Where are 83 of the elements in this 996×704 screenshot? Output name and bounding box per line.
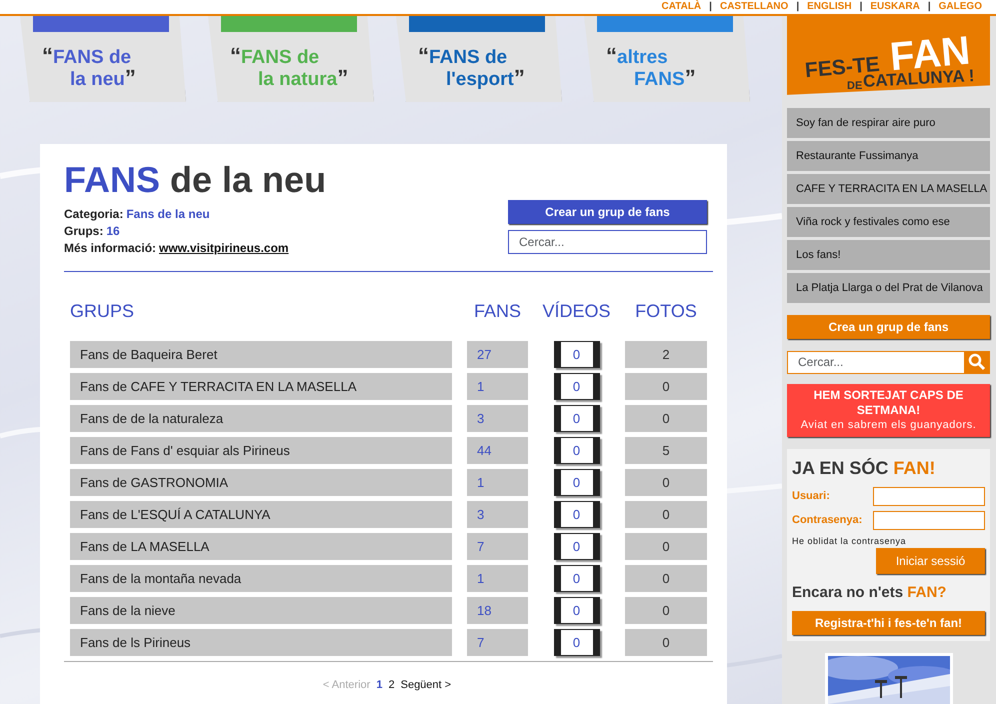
fans-count[interactable]: 1 [467,469,528,496]
column-header: FANS [472,300,522,323]
column-header: VÍDEOS [541,300,612,323]
search-icon[interactable] [964,350,990,374]
group-link[interactable]: Fans de CAFE Y TERRACITA EN LA MASELLA [70,373,452,400]
promo-banner[interactable]: HEM SORTEJAT CAPS DE SETMANA! Aviat en sabrem els guanyadors. [787,384,990,437]
column-header: FOTOS [634,300,698,323]
fans-count[interactable]: 18 [467,597,528,624]
video-count[interactable]: 0 [554,373,600,400]
info-value: 16 [106,223,120,240]
fans-count[interactable]: 3 [467,501,528,528]
photo-count: 0 [625,629,707,656]
photo-count: 0 [625,501,707,528]
banner-title: HEM SORTEJAT CAPS DE SETMANA! [812,388,964,418]
photo-count: 0 [625,533,707,560]
group-link[interactable]: Viña rock y festivales como ese [787,206,990,237]
category-tab[interactable]: “altres FANS” [584,16,750,102]
input-field[interactable] [873,486,985,506]
photo-count: 0 [625,565,707,592]
video-count[interactable]: 0 [554,341,600,368]
group-link[interactable]: Fans de la montaña nevada [70,565,452,592]
field-label: Usuari: [792,489,830,504]
field-label: Contrasenya: [792,513,862,528]
fans-count[interactable]: 44 [467,437,528,464]
group-link[interactable]: Fans de de la naturaleza [70,405,452,432]
separator: | [709,0,712,14]
create-group-button[interactable]: Crear un grup de fans [508,200,707,224]
fans-count[interactable]: 1 [467,565,528,592]
category-tab[interactable]: “FANS de la neu” [20,16,186,102]
photo-count: 0 [625,373,707,400]
fans-count[interactable]: 7 [467,533,528,560]
separator: | [928,0,931,14]
video-count[interactable]: 0 [554,437,600,464]
video-count[interactable]: 0 [554,565,600,592]
group-link[interactable]: Fans de GASTRONOMIA [70,469,452,496]
separator: | [860,0,862,14]
register-heading: Encara no n'ets FAN? [792,583,948,604]
website-link[interactable]: www.visitpirineus.com [159,240,289,257]
banner-subtitle: Aviat en sabrem els guanyadors. [800,418,978,433]
video-count[interactable]: 0 [554,469,600,496]
video-count[interactable]: 0 [554,501,600,528]
page-link[interactable]: 2 [388,679,395,691]
group-link[interactable]: Soy fan de respirar aire puro [787,108,990,138]
page-link[interactable]: 1 [376,679,382,691]
photo-count: 0 [625,405,707,432]
login-heading: JA EN SÓC FAN! [792,456,936,480]
group-link[interactable]: CAFE Y TERRACITA EN LA MASELLA [787,174,990,204]
category-tab[interactable]: “FANS de l'esport” [396,16,562,102]
search-field[interactable]: Cercar... [508,230,707,254]
category-tab[interactable]: “FANS de la natura” [208,16,374,102]
forgot-password-link[interactable]: He oblidat la contrasenya [792,534,985,548]
next-link[interactable]: Següent > [400,679,452,691]
group-link[interactable]: Fans de Fans d' esquiar als Pirineus [70,437,452,464]
photo-count: 0 [625,469,707,496]
group-link[interactable]: Fans de la nieve [70,597,452,624]
group-link[interactable]: La Platja Llarga o del Prat de Vilanova [787,272,990,303]
info-label: Grups: [64,223,104,240]
fans-count[interactable]: 7 [467,629,528,656]
input-field[interactable] [873,510,985,530]
group-link[interactable]: Fans de Baqueira Beret [70,341,452,368]
search-field[interactable]: Cercar... [787,350,964,374]
group-link[interactable]: Los fans! [787,240,990,270]
group-link[interactable]: Restaurante Fussimanya [787,140,990,171]
photo-count: 2 [625,341,707,368]
info-value: Fans de la neu [126,206,210,223]
fans-count[interactable]: 1 [467,373,528,400]
video-count[interactable]: 0 [554,597,600,624]
logo[interactable]: FES-TE FAN DECATALUNYA ! [787,16,990,95]
info-label: Més informació: [64,240,156,257]
info-label: Categoria: [64,206,124,223]
fans-count[interactable]: 3 [467,405,528,432]
photo-count: 5 [625,437,707,464]
fans-count[interactable]: 27 [467,341,528,368]
group-link[interactable]: Fans de ls Pirineus [70,629,452,656]
separator: | [796,0,800,14]
column-header: GRUPS [70,300,136,323]
group-link[interactable]: Fans de L'ESQUÍ A CATALUNYA [70,501,452,528]
group-link[interactable]: Fans de LA MASELLA [70,533,452,560]
page-title: FANS de la neu [64,160,326,200]
photo-count: 0 [625,597,707,624]
video-count[interactable]: 0 [554,629,600,656]
video-count[interactable]: 0 [554,533,600,560]
video-count[interactable]: 0 [554,405,600,432]
